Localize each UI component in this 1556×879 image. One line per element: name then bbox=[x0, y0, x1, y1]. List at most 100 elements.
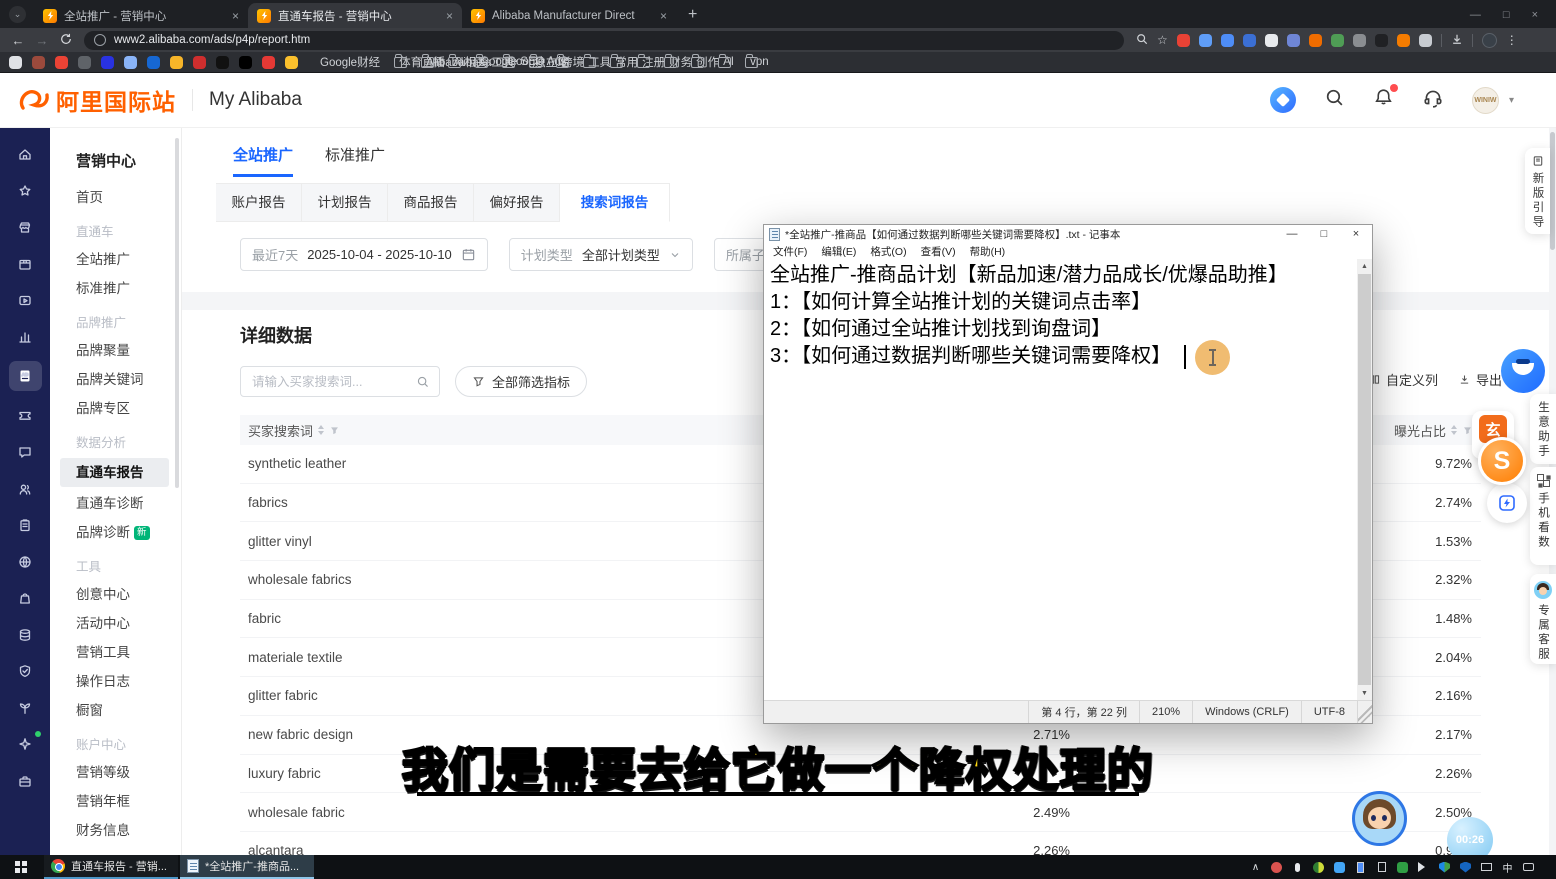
tray-app-icon[interactable] bbox=[1312, 861, 1325, 874]
bookmark-favicon[interactable] bbox=[147, 56, 160, 69]
refresh-icon[interactable] bbox=[56, 33, 76, 47]
bookmark-item[interactable]: 创作 bbox=[691, 57, 704, 68]
globe-icon[interactable] bbox=[9, 550, 42, 574]
start-button[interactable] bbox=[0, 855, 42, 879]
ai-assistant-icon[interactable] bbox=[1270, 87, 1296, 113]
notepad-window[interactable]: *全站推广-推商品【如何通过数据判断哪些关键词需要降权】.txt - 记事本 —… bbox=[763, 224, 1373, 724]
sidebar-item[interactable]: 品牌关键词 bbox=[50, 365, 181, 394]
ad-report-icon[interactable]: AD bbox=[9, 361, 42, 391]
bar-chart-icon[interactable] bbox=[9, 325, 42, 349]
bookmark-item[interactable]: vpn bbox=[745, 57, 758, 68]
ime-indicator[interactable]: 中 bbox=[1501, 861, 1514, 874]
sidebar-item[interactable]: 直通车诊断 bbox=[50, 489, 181, 518]
usb-icon[interactable] bbox=[1375, 861, 1388, 874]
shield-check-icon[interactable] bbox=[9, 659, 42, 683]
bookmark-favicon[interactable] bbox=[193, 56, 206, 69]
bookmark-favicon[interactable] bbox=[124, 56, 137, 69]
taskbar-notepad-task[interactable]: *全站推广-推商品... bbox=[180, 855, 314, 879]
report-tab[interactable]: 计划报告 bbox=[302, 183, 388, 222]
downloads-icon[interactable] bbox=[1451, 33, 1463, 48]
alibaba-logo[interactable]: 阿里国际站 bbox=[16, 83, 176, 117]
bookmark-favicon[interactable] bbox=[239, 56, 252, 69]
keyword-cell[interactable]: glitter vinyl bbox=[240, 534, 312, 549]
sidebar-item[interactable]: 品牌诊断新 bbox=[50, 518, 181, 547]
database-icon[interactable] bbox=[9, 623, 42, 647]
maximize-icon[interactable]: □ bbox=[1503, 9, 1510, 21]
keyword-cell[interactable]: wholesale fabrics bbox=[240, 572, 352, 587]
scroll-down-icon[interactable]: ▼ bbox=[1357, 686, 1372, 700]
phone-data-tab[interactable]: 手机看数 bbox=[1530, 467, 1556, 565]
new-tab-button[interactable]: + bbox=[688, 6, 697, 24]
promotion-tab[interactable]: 全站推广 bbox=[233, 144, 293, 177]
keyword-cell[interactable]: fabric bbox=[240, 611, 281, 626]
bookmark-favicon[interactable] bbox=[55, 56, 68, 69]
headset-support-icon[interactable] bbox=[1422, 87, 1444, 114]
report-tab[interactable]: 偏好报告 bbox=[474, 183, 560, 222]
notepad-scrollbar[interactable]: ▲ ▼ bbox=[1357, 259, 1372, 700]
filter-icon[interactable] bbox=[329, 425, 340, 436]
package-icon[interactable] bbox=[9, 252, 42, 276]
extension-icon[interactable] bbox=[1243, 34, 1256, 47]
bookmark-favicon[interactable] bbox=[216, 56, 229, 69]
extension-icon[interactable] bbox=[1177, 34, 1190, 47]
extension-icon[interactable] bbox=[1287, 34, 1300, 47]
minimize-icon[interactable]: — bbox=[1276, 225, 1308, 243]
extension-icon[interactable] bbox=[1221, 34, 1234, 47]
tab-close-icon[interactable]: × bbox=[232, 9, 239, 23]
sidebar-item[interactable]: 全站推广 bbox=[50, 245, 181, 274]
search-icon[interactable] bbox=[1324, 87, 1345, 113]
user-avatar[interactable]: WINIW bbox=[1472, 87, 1499, 114]
microphone-icon[interactable] bbox=[1291, 861, 1304, 874]
extension-icon[interactable] bbox=[1199, 34, 1212, 47]
sidebar-item[interactable]: 品牌专区 bbox=[50, 394, 181, 423]
site-info-icon[interactable] bbox=[94, 34, 106, 46]
extension-icon[interactable] bbox=[1375, 34, 1388, 47]
tab-close-icon[interactable]: × bbox=[660, 9, 667, 23]
sidebar-item[interactable]: 创意中心 bbox=[50, 580, 181, 609]
export-button[interactable]: 导出 bbox=[1458, 370, 1502, 389]
browser-tab[interactable]: 直通车报告 - 营销中心 × bbox=[248, 3, 462, 28]
bookmark-item[interactable]: Google SEO bbox=[475, 57, 488, 68]
browser-tab[interactable]: 全站推广 - 营销中心 × bbox=[34, 3, 248, 28]
bookmark-favicon[interactable] bbox=[285, 56, 298, 69]
customize-columns-button[interactable]: 自定义列 bbox=[1368, 370, 1438, 389]
network-icon[interactable] bbox=[1480, 861, 1493, 874]
bookmark-favicon[interactable] bbox=[262, 56, 275, 69]
forward-icon[interactable]: → bbox=[32, 34, 52, 47]
star-icon[interactable] bbox=[9, 179, 42, 203]
notepad-menu-item[interactable]: 帮助(H) bbox=[963, 244, 1013, 259]
sort-icon[interactable] bbox=[1451, 425, 1457, 435]
extension-icon[interactable] bbox=[1353, 34, 1366, 47]
sidebar-item[interactable]: 数据分析 bbox=[50, 430, 181, 456]
chevron-down-icon[interactable]: ▾ bbox=[1509, 95, 1514, 106]
tray-expand-icon[interactable]: ∧ bbox=[1249, 861, 1262, 874]
security-shield-icon[interactable] bbox=[1459, 861, 1472, 874]
minimize-icon[interactable]: — bbox=[1470, 9, 1481, 21]
skype-icon[interactable]: S bbox=[1478, 437, 1526, 485]
browser-tab[interactable]: Alibaba Manufacturer Direct × bbox=[462, 3, 676, 28]
search-icon[interactable] bbox=[416, 375, 430, 389]
extension-icon[interactable] bbox=[1331, 34, 1344, 47]
sidebar-item[interactable]: 直通车报告 bbox=[60, 458, 169, 487]
promotion-tab[interactable]: 标准推广 bbox=[325, 144, 385, 177]
bookmark-item[interactable]: 工具 bbox=[583, 57, 596, 68]
back-icon[interactable]: ← bbox=[8, 34, 28, 47]
address-bar[interactable]: www2.alibaba.com/ads/p4p/report.htm bbox=[84, 31, 1124, 50]
business-assistant-tab[interactable]: 生意助手 bbox=[1530, 394, 1556, 464]
maximize-icon[interactable]: □ bbox=[1308, 225, 1340, 243]
menu-dots-icon[interactable]: ⋮ bbox=[1506, 33, 1518, 47]
notepad-menu-item[interactable]: 编辑(E) bbox=[814, 244, 863, 259]
bookmark-item[interactable]: 财务 bbox=[664, 57, 677, 68]
assistant-avatar-icon[interactable] bbox=[1501, 349, 1545, 393]
sprout-icon[interactable] bbox=[9, 696, 42, 720]
contacts-icon[interactable] bbox=[9, 477, 42, 501]
bookmark-item[interactable]: Alibaba工具 bbox=[448, 57, 461, 68]
tray-app-icon[interactable] bbox=[1396, 861, 1409, 874]
extension-icon[interactable] bbox=[1419, 34, 1432, 47]
date-range-picker[interactable]: 最近7天 2025-10-04 - 2025-10-10 bbox=[240, 238, 488, 271]
video-icon[interactable] bbox=[9, 288, 42, 312]
storefront-icon[interactable] bbox=[9, 215, 42, 239]
battery-icon[interactable] bbox=[1354, 861, 1367, 874]
bookmark-item[interactable]: 注册 bbox=[637, 57, 650, 68]
tray-app-icon[interactable] bbox=[1270, 861, 1283, 874]
